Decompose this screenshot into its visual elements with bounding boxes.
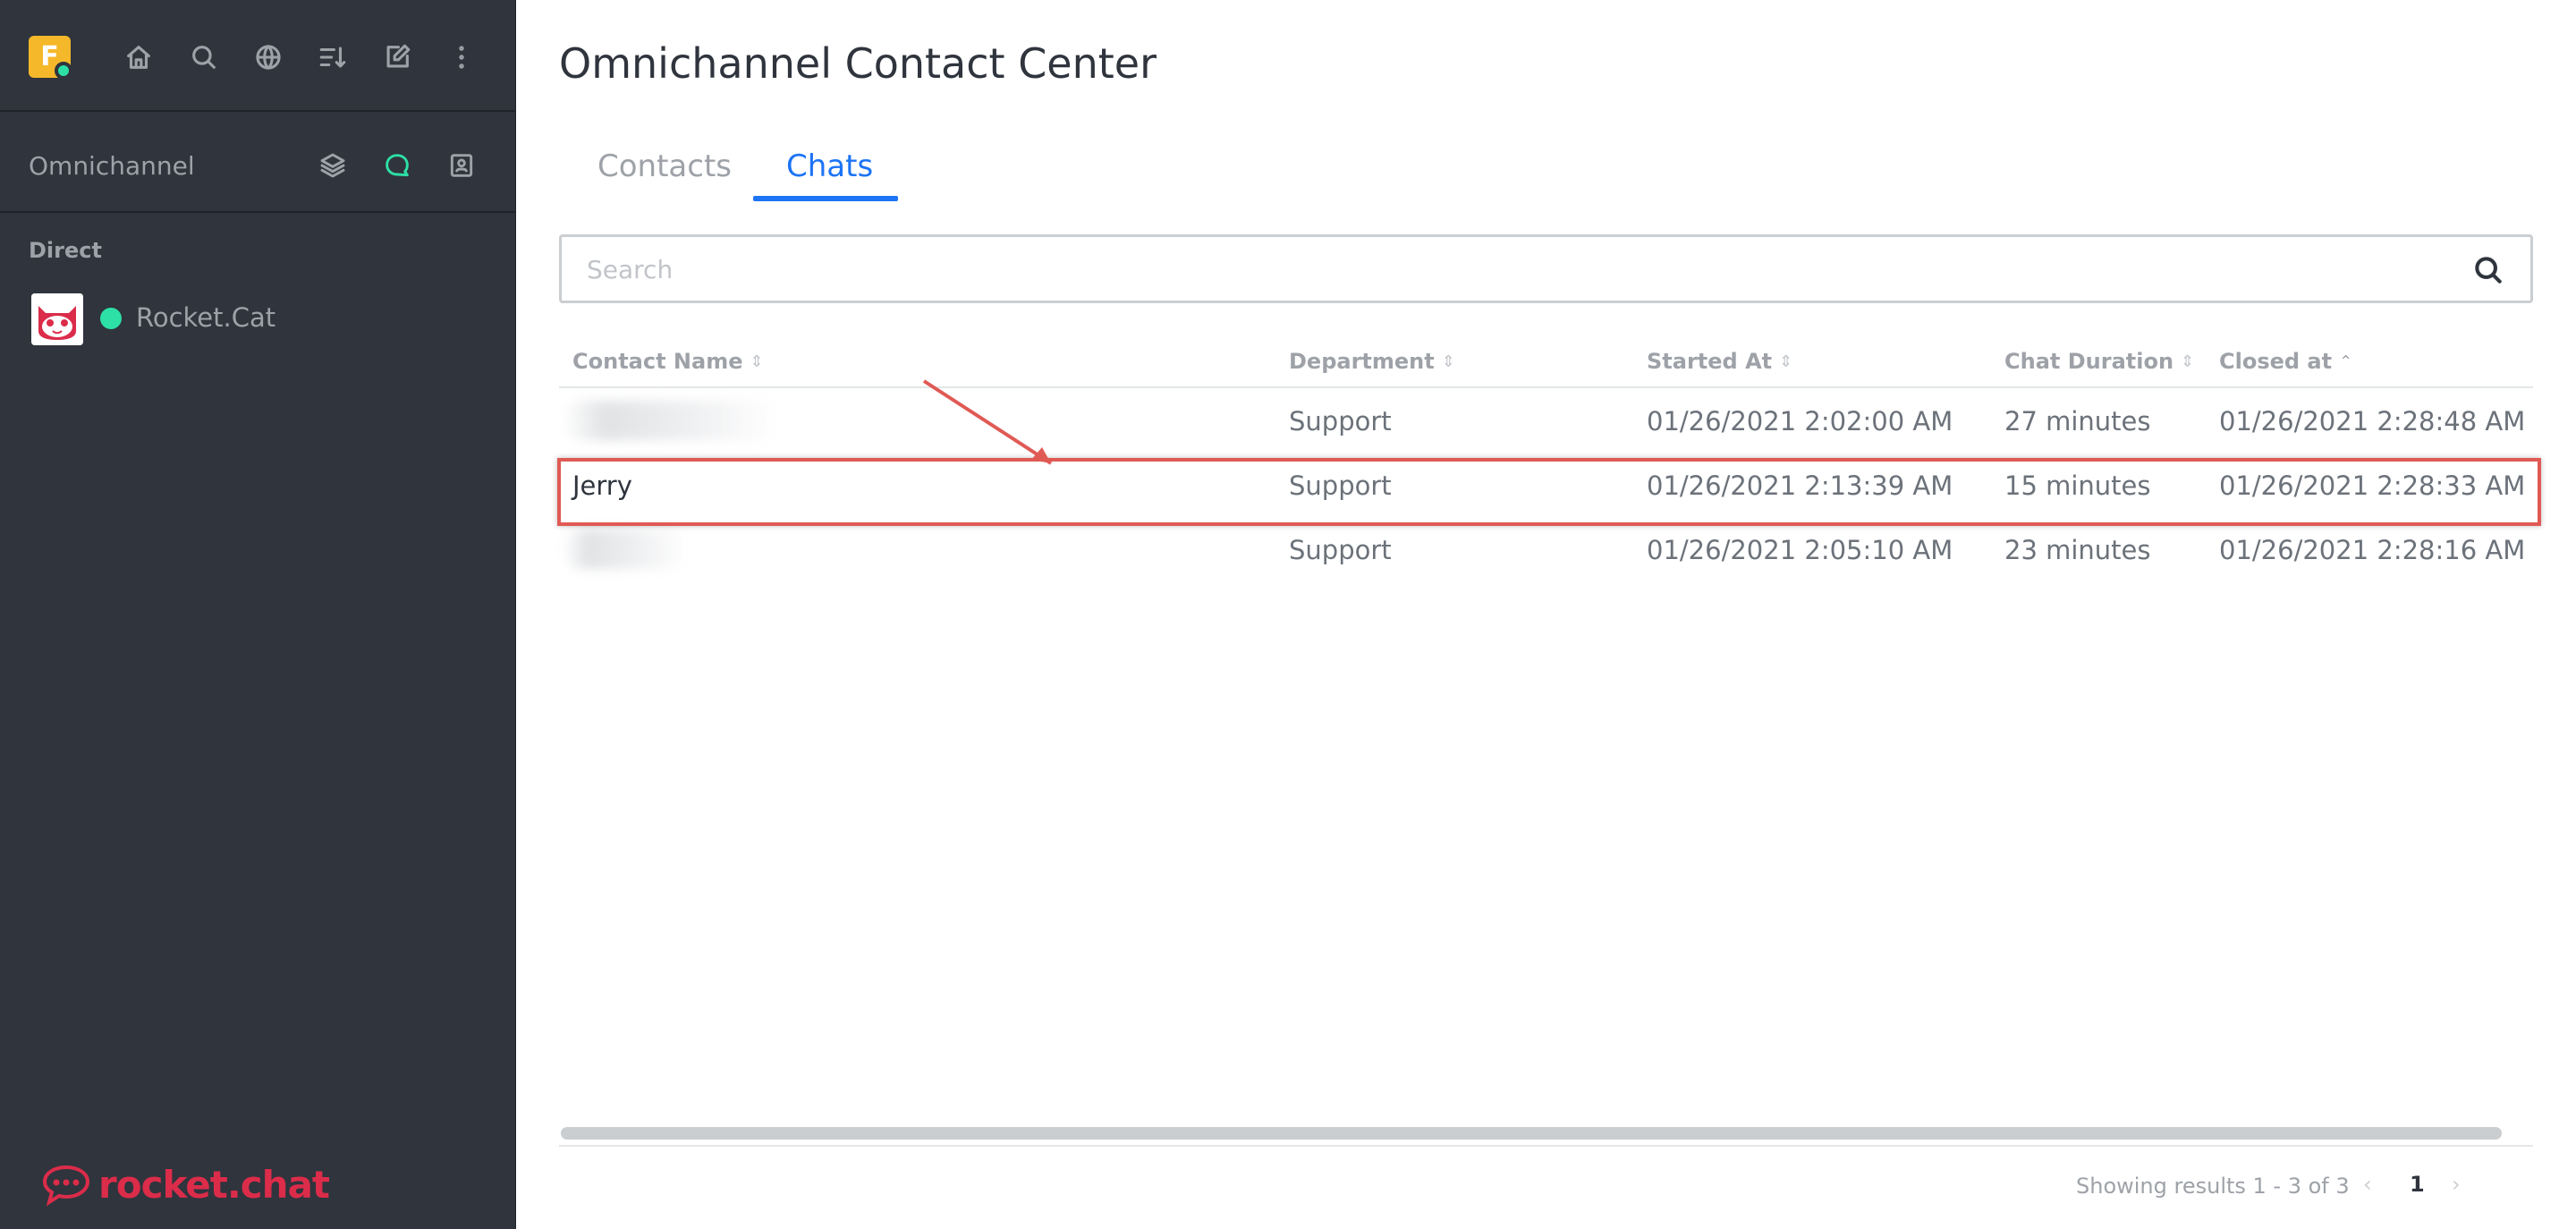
cell-closed-at: 01/26/2021 2:28:48 AM	[2219, 406, 2526, 437]
search-icon[interactable]	[186, 39, 222, 75]
cell-started-at: 01/26/2021 2:05:10 AM	[1647, 535, 1953, 565]
section-direct-label: Direct	[29, 238, 102, 263]
sort-neutral-icon: ⇕	[1779, 352, 1793, 371]
sort-neutral-icon: ⇕	[750, 352, 764, 371]
omnichannel-bar: Omnichannel	[0, 112, 516, 213]
home-icon[interactable]	[121, 39, 157, 75]
table-row[interactable]: Support 01/26/2021 2:02:00 AM 27 minutes…	[559, 388, 2533, 453]
omnichannel-title: Omnichannel	[29, 151, 195, 181]
column-header-label: Started At	[1647, 349, 1773, 374]
column-header-label: Closed at	[2219, 349, 2333, 374]
cell-department: Support	[1289, 406, 1392, 437]
rocket-chat-logo-icon	[42, 1165, 90, 1207]
pagination-page-1[interactable]: 1	[2410, 1172, 2425, 1197]
column-header-started-at[interactable]: Started At ⇕	[1647, 349, 1792, 374]
search-icon[interactable]	[2471, 253, 2505, 287]
sort-ascending-icon: ⌃	[2339, 352, 2353, 371]
cell-started-at: 01/26/2021 2:02:00 AM	[1647, 406, 1953, 437]
cell-chat-duration: 27 minutes	[2004, 406, 2151, 437]
column-header-contact-name[interactable]: Contact Name ⇕	[572, 349, 764, 374]
cell-started-at: 01/26/2021 2:13:39 AM	[1647, 470, 1953, 501]
main-content: Omnichannel Contact Center Contacts Chat…	[516, 0, 2576, 1229]
blurred-contact-name	[563, 401, 777, 440]
sidebar-topbar: F	[0, 0, 516, 112]
tab-chats[interactable]: Chats	[786, 148, 873, 184]
sidebar: F Omnichannel Direct Rocket.Cat rocket.c…	[0, 0, 516, 1229]
column-header-label: Contact Name	[572, 349, 743, 374]
directory-icon[interactable]	[250, 39, 286, 75]
cell-department: Support	[1289, 535, 1392, 565]
column-header-label: Chat Duration	[2004, 349, 2174, 374]
cell-chat-duration: 23 minutes	[2004, 535, 2151, 565]
pagination-prev-button[interactable]: ‹	[2363, 1172, 2372, 1197]
active-tab-indicator	[753, 196, 898, 201]
page-title: Omnichannel Contact Center	[559, 39, 1157, 88]
cell-closed-at: 01/26/2021 2:28:33 AM	[2219, 470, 2526, 501]
footer-divider	[559, 1145, 2533, 1147]
sort-neutral-icon: ⇕	[1441, 352, 1455, 371]
cell-chat-duration: 15 minutes	[2004, 470, 2151, 501]
blurred-contact-name	[563, 530, 688, 569]
horizontal-scrollbar[interactable]	[561, 1127, 2502, 1140]
chat-active-icon[interactable]	[379, 148, 415, 183]
table-header-row: Contact Name ⇕ Department ⇕ Started At ⇕…	[559, 333, 2533, 388]
sort-icon[interactable]	[315, 39, 351, 75]
rocket-cat-avatar	[31, 293, 83, 345]
queue-icon[interactable]	[315, 148, 351, 183]
rocket-chat-logo: rocket.chat	[41, 1159, 330, 1209]
user-status-indicator	[55, 62, 72, 80]
tab-contacts[interactable]: Contacts	[597, 148, 732, 184]
kebab-menu-icon[interactable]	[444, 39, 479, 75]
column-header-chat-duration[interactable]: Chat Duration ⇕	[2004, 349, 2194, 374]
search-field[interactable]	[559, 234, 2533, 303]
cell-closed-at: 01/26/2021 2:28:16 AM	[2219, 535, 2526, 565]
table-row[interactable]: Support 01/26/2021 2:05:10 AM 23 minutes…	[559, 517, 2533, 581]
cell-department: Support	[1289, 470, 1392, 501]
table-row[interactable]: Jerry Support 01/26/2021 2:13:39 AM 15 m…	[559, 453, 2533, 517]
column-header-closed-at[interactable]: Closed at ⌃	[2219, 349, 2352, 374]
create-new-icon[interactable]	[379, 39, 415, 75]
sidebar-item-label: Rocket.Cat	[136, 302, 276, 333]
sort-neutral-icon: ⇕	[2181, 352, 2195, 371]
results-count: Showing results 1 - 3 of 3	[2076, 1174, 2350, 1199]
sidebar-item-rocket-cat[interactable]: Rocket.Cat	[0, 286, 516, 351]
chats-table: Contact Name ⇕ Department ⇕ Started At ⇕…	[559, 333, 2533, 581]
column-header-label: Department	[1289, 349, 1435, 374]
pagination-next-button[interactable]: ›	[2452, 1172, 2461, 1197]
search-input[interactable]	[587, 251, 2420, 287]
rocket-cat-status-online	[100, 308, 122, 329]
cell-contact-name: Jerry	[572, 470, 632, 501]
column-header-department[interactable]: Department ⇕	[1289, 349, 1455, 374]
rocket-chat-logo-text: rocket.chat	[98, 1162, 330, 1207]
contact-center-icon[interactable]	[444, 148, 479, 183]
